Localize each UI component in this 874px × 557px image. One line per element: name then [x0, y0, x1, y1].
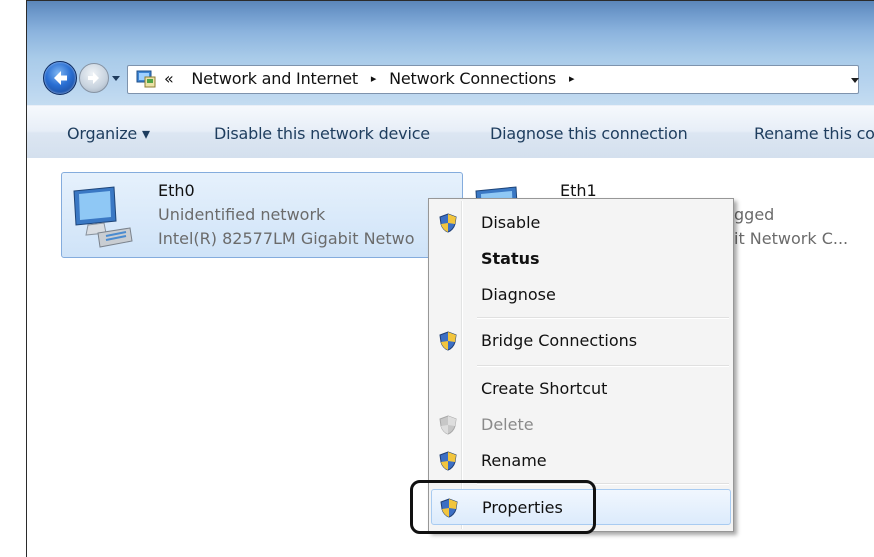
- uac-shield-icon: [439, 451, 457, 471]
- menu-item-label: Disable: [481, 213, 541, 232]
- menu-item-label: Status: [481, 249, 540, 268]
- menu-item-delete: Delete: [431, 407, 729, 441]
- uac-shield-icon: [439, 213, 457, 233]
- rename-connection-button[interactable]: Rename this co: [754, 124, 874, 143]
- uac-shield-icon: [439, 415, 457, 435]
- menu-separator: [477, 365, 729, 367]
- menu-item-label: Delete: [481, 415, 534, 434]
- disable-device-button[interactable]: Disable this network device: [214, 124, 430, 143]
- menu-item-label: Bridge Connections: [481, 331, 638, 350]
- menu-item-label: Rename: [481, 451, 547, 470]
- breadcrumb-separator[interactable]: ▸: [371, 72, 377, 85]
- breadcrumb-separator[interactable]: ▸: [569, 72, 575, 85]
- chevron-down-icon[interactable]: [844, 66, 868, 93]
- uac-shield-icon: [439, 331, 457, 351]
- menu-item-label: Create Shortcut: [481, 379, 608, 398]
- back-button[interactable]: [43, 61, 77, 95]
- address-bar[interactable]: « Network and Internet ▸ Network Connect…: [127, 65, 859, 94]
- breadcrumb-network-connections[interactable]: Network Connections: [389, 69, 556, 88]
- menu-separator: [477, 317, 729, 319]
- organize-button[interactable]: Organize ▾: [67, 124, 150, 143]
- diagnose-connection-button[interactable]: Diagnose this connection: [490, 124, 688, 143]
- arrow-right-icon: [88, 72, 99, 84]
- properties-highlight-callout: [410, 480, 596, 534]
- connection-adapter: Intel(R) 82577LM Gigabit Netwo: [158, 229, 415, 248]
- network-connections-icon: [136, 70, 156, 88]
- menu-item-bridge-connections[interactable]: Bridge Connections: [431, 323, 729, 357]
- connection-status: gged: [734, 205, 775, 224]
- menu-item-diagnose[interactable]: Diagnose: [431, 277, 729, 311]
- navigation-bar: « Network and Internet ▸ Network Connect…: [27, 1, 874, 105]
- connection-adapter: it Network C...: [734, 229, 849, 248]
- breadcrumb-network-and-internet[interactable]: Network and Internet: [191, 69, 358, 88]
- breadcrumb-overflow[interactable]: «: [164, 69, 174, 88]
- screenshot-frame: « Network and Internet ▸ Network Connect…: [0, 0, 874, 557]
- menu-item-disable[interactable]: Disable: [431, 205, 729, 239]
- arrow-left-icon: [54, 71, 67, 85]
- menu-item-label: Diagnose: [481, 285, 556, 304]
- recent-pages-dropdown-icon[interactable]: [111, 73, 121, 83]
- forward-button[interactable]: [79, 63, 109, 93]
- menu-item-status[interactable]: Status: [431, 241, 729, 275]
- connection-status: Unidentified network: [158, 205, 326, 224]
- command-bar: Organize ▾ Disable this network device D…: [27, 105, 874, 159]
- connection-name: Eth0: [158, 181, 195, 200]
- menu-item-create-shortcut[interactable]: Create Shortcut: [431, 371, 729, 405]
- connection-item-eth0[interactable]: Eth0 Unidentified network Intel(R) 82577…: [61, 172, 463, 258]
- menu-item-rename[interactable]: Rename: [431, 443, 729, 477]
- network-adapter-icon: [73, 186, 133, 248]
